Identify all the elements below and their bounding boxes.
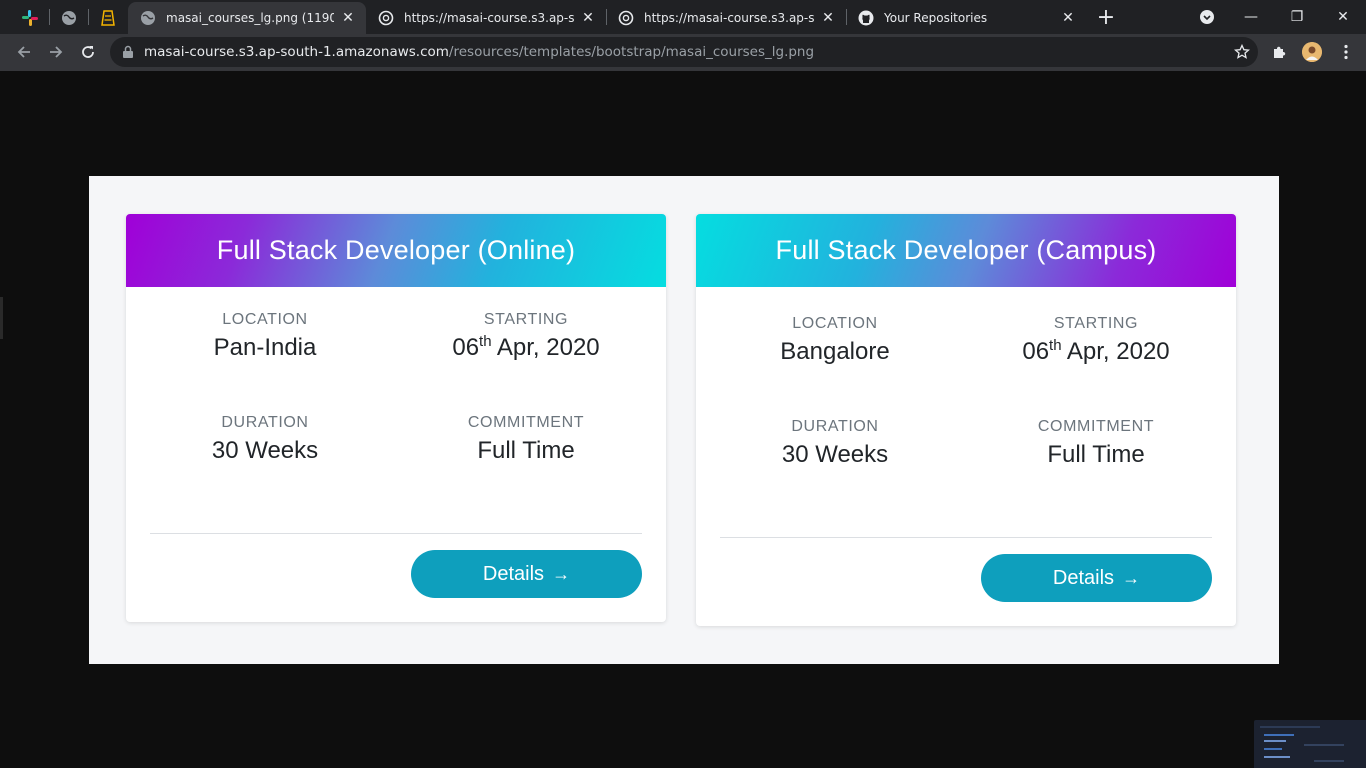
- restore-button[interactable]: ❐: [1274, 0, 1320, 34]
- window-preview-thumbnail[interactable]: [1254, 720, 1366, 768]
- reload-button[interactable]: [73, 37, 103, 67]
- duration-value: 30 Weeks: [781, 441, 889, 468]
- tab-masai-course-s3-2[interactable]: https://masai-course.s3.ap-south-1 ✕: [606, 2, 846, 34]
- minimize-button[interactable]: —: [1228, 0, 1274, 34]
- close-tab-icon[interactable]: ✕: [1060, 10, 1076, 26]
- commitment-label: COMMITMENT: [467, 414, 585, 431]
- starting-label: STARTING: [483, 311, 569, 328]
- commitment-label: COMMITMENT: [1037, 418, 1155, 435]
- course-image: Full Stack Developer (Online) LOCATION P…: [89, 176, 1279, 664]
- location-label: LOCATION: [222, 311, 308, 328]
- kebab-menu-icon: [1344, 44, 1348, 60]
- duration-field: DURATION 30 Weeks: [130, 414, 400, 465]
- commitment-value: Full Time: [477, 437, 575, 464]
- forward-button[interactable]: [41, 37, 71, 67]
- globe-icon: [140, 10, 156, 26]
- slack-icon: [22, 10, 38, 26]
- close-tab-icon[interactable]: ✕: [580, 10, 596, 26]
- document-icon: [101, 10, 115, 26]
- starting-field: STARTING 06th Apr, 2020: [391, 311, 661, 362]
- pinned-tab-document[interactable]: [89, 5, 127, 31]
- divider: [150, 533, 642, 534]
- start-month-year: Apr, 2020: [491, 334, 600, 361]
- url-host: masai-course.s3.ap-south-1.amazonaws.com: [144, 44, 449, 60]
- new-tab-button[interactable]: +: [1093, 4, 1119, 30]
- divider: [720, 537, 1212, 538]
- arrow-right-icon: [50, 46, 63, 58]
- course-details: LOCATION Pan-India STARTING 06th Apr, 20…: [126, 287, 666, 622]
- more-menu-button[interactable]: [1336, 42, 1356, 62]
- course-details: LOCATION Bangalore STARTING 06th Apr, 20…: [696, 287, 1236, 623]
- course-title: Full Stack Developer (Campus): [696, 214, 1236, 287]
- duration-value: 30 Weeks: [211, 437, 319, 464]
- chrome-icon: [618, 10, 634, 26]
- details-button[interactable]: Details →: [411, 550, 642, 598]
- extensions-button[interactable]: [1270, 42, 1290, 62]
- tab-your-repositories[interactable]: Your Repositories ✕: [846, 2, 1086, 34]
- pinned-tab-slack[interactable]: [11, 5, 49, 31]
- browser-toolbar: masai-course.s3.ap-south-1.amazonaws.com…: [0, 34, 1366, 71]
- globe-icon: [62, 11, 76, 25]
- scroll-edge: [0, 297, 3, 339]
- tab-strip: masai_courses_lg.png (1190×488) ✕ https:…: [0, 0, 1366, 34]
- duration-label: DURATION: [791, 418, 879, 435]
- details-button-label: Details: [1052, 566, 1115, 589]
- tab-title: masai_courses_lg.png (1190×488): [166, 11, 334, 25]
- starting-value: 06th Apr, 2020: [961, 338, 1231, 366]
- bookmark-star-icon[interactable]: [1234, 44, 1250, 60]
- chevron-down-icon: [1200, 10, 1214, 24]
- start-day-suffix: th: [1049, 337, 1062, 354]
- url-text: masai-course.s3.ap-south-1.amazonaws.com…: [144, 44, 814, 60]
- course-card-campus: Full Stack Developer (Campus) LOCATION B…: [696, 214, 1236, 626]
- location-field: LOCATION Bangalore: [700, 315, 970, 366]
- location-value: Pan-India: [213, 334, 317, 361]
- duration-label: DURATION: [221, 414, 309, 431]
- lock-icon[interactable]: [120, 44, 136, 60]
- tab-title: https://masai-course.s3.ap-south-1: [404, 11, 574, 25]
- start-day: 06: [1022, 338, 1050, 365]
- github-icon: [858, 10, 874, 26]
- chrome-icon: [378, 10, 394, 26]
- duration-field: DURATION 30 Weeks: [700, 418, 970, 469]
- starting-value: 06th Apr, 2020: [391, 334, 661, 362]
- start-day-suffix: th: [479, 333, 492, 350]
- page-viewport: Full Stack Developer (Online) LOCATION P…: [0, 71, 1366, 768]
- commitment-field: COMMITMENT Full Time: [961, 418, 1231, 469]
- pinned-tab-globe[interactable]: [50, 5, 88, 31]
- tab-title: https://masai-course.s3.ap-south-1: [644, 11, 814, 25]
- tab-masai-course-s3-1[interactable]: https://masai-course.s3.ap-south-1 ✕: [366, 2, 606, 34]
- tab-title: Your Repositories: [884, 11, 988, 25]
- arrow-right-icon: →: [552, 563, 571, 584]
- arrow-right-icon: →: [1122, 567, 1141, 588]
- puzzle-icon: [1274, 46, 1286, 58]
- start-month-year: Apr, 2020: [1061, 338, 1170, 365]
- tab-masai-courses-png[interactable]: masai_courses_lg.png (1190×488) ✕: [128, 2, 366, 34]
- details-button-label: Details: [482, 562, 545, 585]
- course-card-online: Full Stack Developer (Online) LOCATION P…: [126, 214, 666, 622]
- commitment-value: Full Time: [1047, 441, 1145, 468]
- location-field: LOCATION Pan-India: [130, 311, 400, 362]
- starting-field: STARTING 06th Apr, 2020: [961, 315, 1231, 366]
- arrow-left-icon: [17, 46, 30, 58]
- address-bar[interactable]: masai-course.s3.ap-south-1.amazonaws.com…: [110, 37, 1258, 67]
- close-tab-icon[interactable]: ✕: [820, 10, 836, 26]
- location-value: Bangalore: [780, 338, 890, 365]
- location-label: LOCATION: [792, 315, 878, 332]
- starting-label: STARTING: [1053, 315, 1139, 332]
- details-button[interactable]: Details →: [981, 554, 1212, 602]
- commitment-field: COMMITMENT Full Time: [391, 414, 661, 465]
- reload-icon: [82, 46, 94, 58]
- url-path: /resources/templates/bootstrap/masai_cou…: [448, 44, 815, 60]
- tab-search-button[interactable]: [1184, 0, 1230, 34]
- close-tab-icon[interactable]: ✕: [340, 10, 356, 26]
- profile-avatar[interactable]: [1302, 42, 1322, 62]
- close-window-button[interactable]: ✕: [1320, 0, 1366, 34]
- start-day: 06: [452, 334, 480, 361]
- back-button[interactable]: [9, 37, 39, 67]
- course-title: Full Stack Developer (Online): [126, 214, 666, 287]
